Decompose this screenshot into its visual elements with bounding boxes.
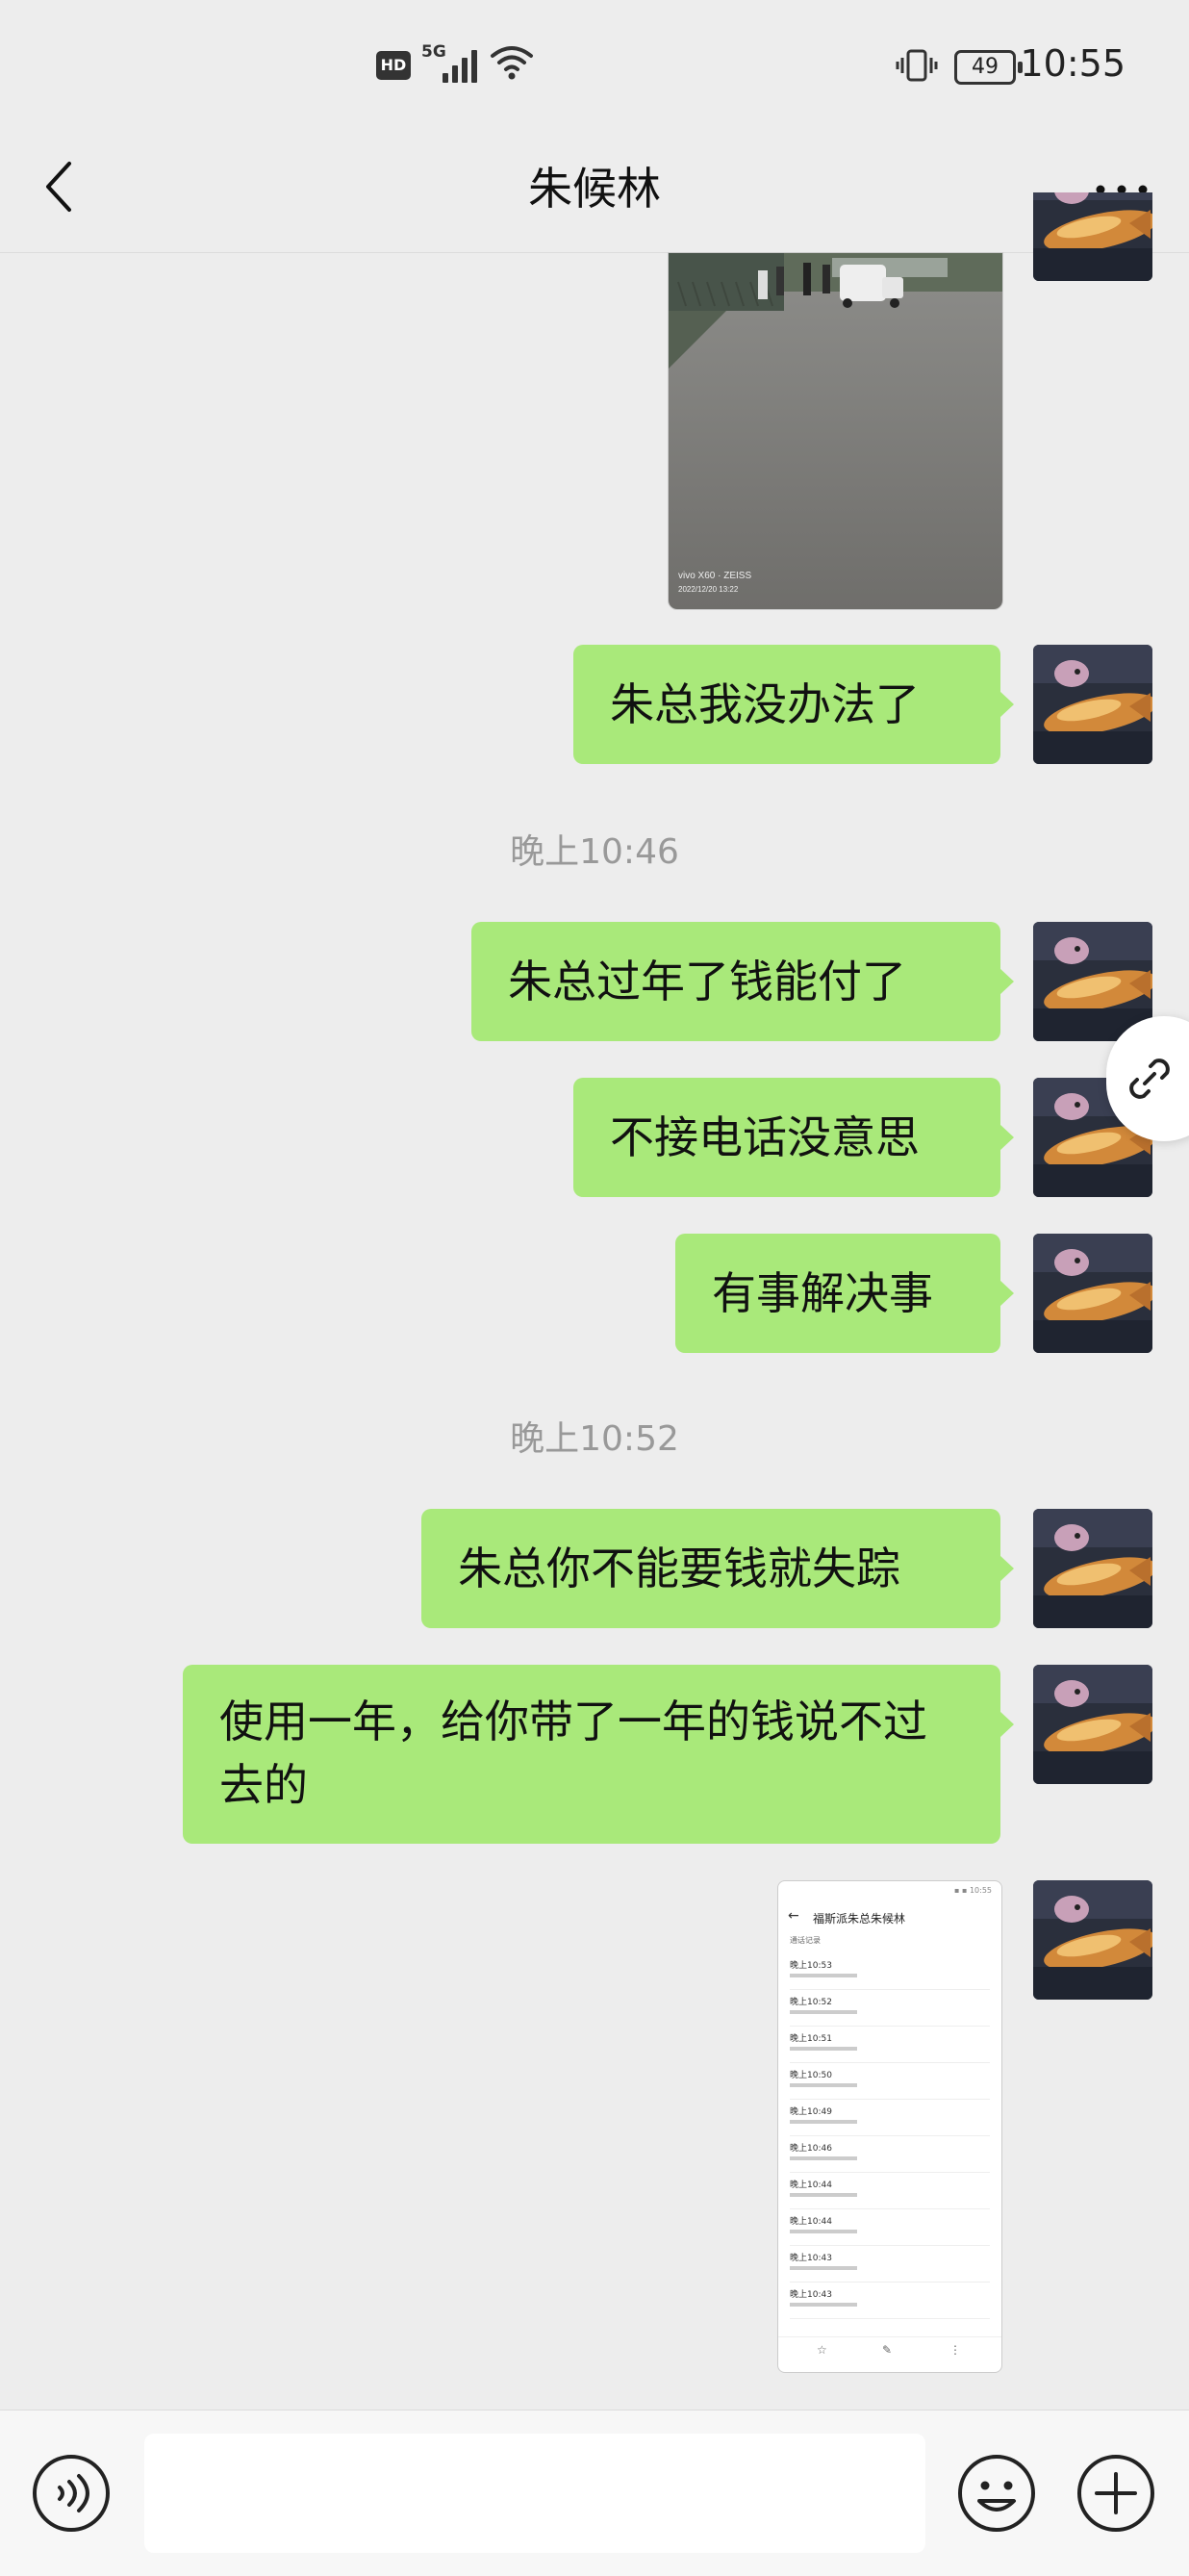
avatar[interactable] (1033, 192, 1152, 281)
thumb-call-number (790, 2156, 857, 2160)
avatar[interactable] (1033, 1880, 1152, 2000)
avatar[interactable] (1033, 1509, 1152, 1628)
thumb-call-number (790, 1974, 857, 1977)
thumb-call-row: 晚上10:44 (790, 2210, 990, 2246)
thumb-call-row: 晚上10:49 (790, 2101, 990, 2136)
message-bubble[interactable]: 有事解决事 (675, 1234, 1014, 1353)
avatar[interactable] (1033, 1234, 1152, 1353)
timestamp: 晚上10:52 (510, 1419, 679, 1459)
voice-icon[interactable] (31, 2453, 112, 2534)
thumb-subtitle: 通话记录 (790, 1936, 821, 1945)
chat-title: 朱候林 (528, 163, 661, 215)
message-bubble[interactable]: 使用一年，给你带了一年的钱说不过去的 (183, 1665, 1014, 1844)
thumb-call-time: 晚上10:43 (790, 2290, 832, 2300)
plus-icon[interactable] (1075, 2453, 1156, 2534)
thumb-call-number (790, 2193, 857, 2197)
emoji-icon[interactable] (956, 2453, 1037, 2534)
thumb-call-number (790, 2047, 857, 2051)
thumb-title: 福斯派朱总朱候林 (813, 1912, 906, 1926)
photo-watermark: vivo X60 · ZEISS (678, 571, 751, 581)
thumb-call-row: 晚上10:43 (790, 2283, 990, 2319)
thumb-call-time: 晚上10:50 (790, 2071, 832, 2080)
thumb-status: ▪ ▪ 10:55 (954, 1886, 992, 1895)
signal-icon (443, 48, 481, 83)
battery-indicator: 49 (954, 50, 1023, 85)
thumb-call-row: 晚上10:51 (790, 2028, 990, 2063)
message-bubble[interactable]: 朱总我没办法了 (573, 645, 1014, 764)
status-bar: HD 5G 49 10:55 (0, 0, 1189, 125)
thumb-call-row: 晚上10:44 (790, 2174, 990, 2209)
thumb-call-number (790, 2083, 857, 2087)
thumb-call-number (790, 2266, 857, 2270)
avatar[interactable] (1033, 645, 1152, 764)
hd-badge: HD (376, 51, 411, 80)
message-input[interactable] (144, 2434, 925, 2553)
thumb-call-time: 晚上10:52 (790, 1998, 832, 2007)
screenshot-message[interactable]: ▪ ▪ 10:55 ← 福斯派朱总朱候林 通话记录 晚上10:53 晚上10:52… (777, 1880, 1002, 2373)
thumb-call-time: 晚上10:43 (790, 2254, 832, 2263)
thumb-call-number (790, 2230, 857, 2233)
street-photo: vivo X60 · ZEISS 2022/12/20 13:22 (669, 253, 1002, 609)
input-bar (0, 2410, 1189, 2576)
chat-header: 朱候林 (0, 125, 1189, 253)
thumb-call-time: 晚上10:51 (790, 2034, 832, 2044)
thumb-call-row: 晚上10:53 (790, 1954, 990, 1990)
message-bubble[interactable]: 不接电话没意思 (573, 1078, 1014, 1197)
thumb-call-row: 晚上10:50 (790, 2064, 990, 2100)
vibrate-icon (895, 48, 939, 90)
message-bubble[interactable]: 朱总过年了钱能付了 (471, 922, 1014, 1041)
photo-message[interactable]: vivo X60 · ZEISS 2022/12/20 13:22 (668, 252, 1003, 610)
clock: 10:55 (1020, 42, 1126, 85)
wifi-icon (491, 46, 533, 80)
message-bubble[interactable]: 朱总你不能要钱就失踪 (421, 1509, 1014, 1628)
thumb-call-row: 晚上10:52 (790, 1991, 990, 2027)
thumb-call-time: 晚上10:53 (790, 1961, 832, 1971)
thumb-call-time: 晚上10:46 (790, 2144, 832, 2154)
thumb-call-number (790, 2303, 857, 2307)
thumb-call-time: 晚上10:49 (790, 2107, 832, 2117)
thumb-call-number (790, 2010, 857, 2014)
thumb-call-number (790, 2120, 857, 2124)
thumb-call-row: 晚上10:43 (790, 2247, 990, 2283)
avatar[interactable] (1033, 1665, 1152, 1784)
thumb-back: ← (788, 1908, 799, 1924)
timestamp: 晚上10:46 (510, 832, 679, 872)
thumb-call-time: 晚上10:44 (790, 2181, 832, 2190)
link-icon (1129, 1058, 1170, 1099)
thumb-toolbar: ☆ ✎ ⋮ (778, 2336, 1001, 2372)
photo-date: 2022/12/20 13:22 (678, 585, 739, 594)
thumb-call-row: 晚上10:46 (790, 2137, 990, 2173)
thumb-call-time: 晚上10:44 (790, 2217, 832, 2227)
